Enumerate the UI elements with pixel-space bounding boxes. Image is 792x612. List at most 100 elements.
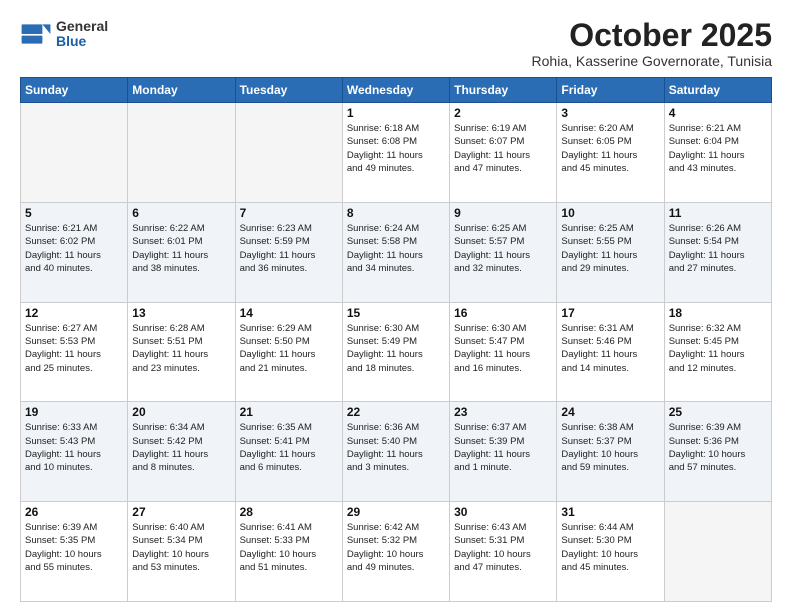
calendar-cell: 30Sunrise: 6:43 AM Sunset: 5:31 PM Dayli… (450, 502, 557, 602)
day-number: 6 (132, 206, 230, 220)
cell-text: Sunrise: 6:22 AM Sunset: 6:01 PM Dayligh… (132, 222, 230, 275)
day-number: 10 (561, 206, 659, 220)
calendar-cell: 13Sunrise: 6:28 AM Sunset: 5:51 PM Dayli… (128, 302, 235, 402)
day-number: 14 (240, 306, 338, 320)
weekday-header-friday: Friday (557, 78, 664, 103)
cell-text: Sunrise: 6:29 AM Sunset: 5:50 PM Dayligh… (240, 322, 338, 375)
cell-text: Sunrise: 6:33 AM Sunset: 5:43 PM Dayligh… (25, 421, 123, 474)
cell-text: Sunrise: 6:35 AM Sunset: 5:41 PM Dayligh… (240, 421, 338, 474)
calendar-cell: 3Sunrise: 6:20 AM Sunset: 6:05 PM Daylig… (557, 103, 664, 203)
logo-general: General (56, 19, 108, 34)
cell-text: Sunrise: 6:25 AM Sunset: 5:55 PM Dayligh… (561, 222, 659, 275)
calendar-cell: 28 Sunrise: 6:41 AM Sunset: 5:33 PM Dayli… (235, 502, 342, 602)
cell-text: Sunrise: 6:34 AM Sunset: 5:42 PM Dayligh… (132, 421, 230, 474)
calendar-cell: 24 Sunrise: 6:38 AM Sunset: 5:37 PM Dayli… (557, 402, 664, 502)
calendar-row-1: 5Sunrise: 6:21 AM Sunset: 6:02 PM Daylig… (21, 202, 772, 302)
calendar-cell: 12 Sunrise: 6:27 AM Sunset: 5:53 PM Dayli… (21, 302, 128, 402)
cell-text: Sunrise: 6:36 AM Sunset: 5:40 PM Dayligh… (347, 421, 445, 474)
logo-icon (20, 18, 52, 50)
weekday-header-thursday: Thursday (450, 78, 557, 103)
cell-text: Sunrise: 6:41 AM Sunset: 5:33 PM Dayligh… (240, 521, 338, 574)
calendar-cell: 31Sunrise: 6:44 AM Sunset: 5:30 PM Dayli… (557, 502, 664, 602)
calendar-cell: 21 Sunrise: 6:35 AM Sunset: 5:41 PM Dayli… (235, 402, 342, 502)
month-title: October 2025 (532, 18, 772, 53)
calendar-cell: 8Sunrise: 6:24 AM Sunset: 5:58 PM Daylig… (342, 202, 449, 302)
calendar-page: General Blue October 2025 Rohia, Kasseri… (0, 0, 792, 612)
cell-text: Sunrise: 6:37 AM Sunset: 5:39 PM Dayligh… (454, 421, 552, 474)
cell-text: Sunrise: 6:40 AM Sunset: 5:34 PM Dayligh… (132, 521, 230, 574)
calendar-cell (235, 103, 342, 203)
location: Rohia, Kasserine Governorate, Tunisia (532, 53, 772, 69)
calendar-cell: 19 Sunrise: 6:33 AM Sunset: 5:43 PM Dayli… (21, 402, 128, 502)
weekday-header-saturday: Saturday (664, 78, 771, 103)
logo-text: General Blue (56, 19, 108, 50)
calendar-cell: 1 Sunrise: 6:18 AM Sunset: 6:08 PM Daylig… (342, 103, 449, 203)
header: General Blue October 2025 Rohia, Kasseri… (20, 18, 772, 69)
cell-text: Sunrise: 6:32 AM Sunset: 5:45 PM Dayligh… (669, 322, 767, 375)
calendar-cell: 15 Sunrise: 6:30 AM Sunset: 5:49 PM Dayli… (342, 302, 449, 402)
cell-text: Sunrise: 6:27 AM Sunset: 5:53 PM Dayligh… (25, 322, 123, 375)
calendar-cell: 2Sunrise: 6:19 AM Sunset: 6:07 PM Daylig… (450, 103, 557, 203)
calendar-row-2: 12 Sunrise: 6:27 AM Sunset: 5:53 PM Dayli… (21, 302, 772, 402)
calendar-cell (21, 103, 128, 203)
weekday-header-monday: Monday (128, 78, 235, 103)
calendar-cell: 26Sunrise: 6:39 AM Sunset: 5:35 PM Dayli… (21, 502, 128, 602)
day-number: 19 (25, 405, 123, 419)
day-number: 15 (347, 306, 445, 320)
cell-text: Sunrise: 6:28 AM Sunset: 5:51 PM Dayligh… (132, 322, 230, 375)
cell-text: Sunrise: 6:38 AM Sunset: 5:37 PM Dayligh… (561, 421, 659, 474)
title-block: October 2025 Rohia, Kasserine Governorat… (532, 18, 772, 69)
weekday-header-tuesday: Tuesday (235, 78, 342, 103)
day-number: 20 (132, 405, 230, 419)
cell-text: Sunrise: 6:26 AM Sunset: 5:54 PM Dayligh… (669, 222, 767, 275)
calendar-cell: 27 Sunrise: 6:40 AM Sunset: 5:34 PM Dayli… (128, 502, 235, 602)
weekday-header-sunday: Sunday (21, 78, 128, 103)
cell-text: Sunrise: 6:42 AM Sunset: 5:32 PM Dayligh… (347, 521, 445, 574)
day-number: 29 (347, 505, 445, 519)
day-number: 24 (561, 405, 659, 419)
calendar-cell: 11 Sunrise: 6:26 AM Sunset: 5:54 PM Dayli… (664, 202, 771, 302)
day-number: 1 (347, 106, 445, 120)
calendar-cell: 17Sunrise: 6:31 AM Sunset: 5:46 PM Dayli… (557, 302, 664, 402)
calendar-row-4: 26Sunrise: 6:39 AM Sunset: 5:35 PM Dayli… (21, 502, 772, 602)
day-number: 12 (25, 306, 123, 320)
day-number: 16 (454, 306, 552, 320)
calendar-cell: 18 Sunrise: 6:32 AM Sunset: 5:45 PM Dayli… (664, 302, 771, 402)
calendar-cell: 4Sunrise: 6:21 AM Sunset: 6:04 PM Daylig… (664, 103, 771, 203)
cell-text: Sunrise: 6:23 AM Sunset: 5:59 PM Dayligh… (240, 222, 338, 275)
day-number: 22 (347, 405, 445, 419)
calendar-cell: 10 Sunrise: 6:25 AM Sunset: 5:55 PM Dayli… (557, 202, 664, 302)
weekday-header-row: SundayMondayTuesdayWednesdayThursdayFrid… (21, 78, 772, 103)
cell-text: Sunrise: 6:18 AM Sunset: 6:08 PM Dayligh… (347, 122, 445, 175)
day-number: 9 (454, 206, 552, 220)
calendar-cell: 9 Sunrise: 6:25 AM Sunset: 5:57 PM Daylig… (450, 202, 557, 302)
cell-text: Sunrise: 6:30 AM Sunset: 5:49 PM Dayligh… (347, 322, 445, 375)
calendar-cell: 7Sunrise: 6:23 AM Sunset: 5:59 PM Daylig… (235, 202, 342, 302)
cell-text: Sunrise: 6:21 AM Sunset: 6:04 PM Dayligh… (669, 122, 767, 175)
calendar-cell (128, 103, 235, 203)
cell-text: Sunrise: 6:43 AM Sunset: 5:31 PM Dayligh… (454, 521, 552, 574)
logo-blue: Blue (56, 34, 108, 49)
day-number: 27 (132, 505, 230, 519)
weekday-header-wednesday: Wednesday (342, 78, 449, 103)
calendar-cell (664, 502, 771, 602)
cell-text: Sunrise: 6:25 AM Sunset: 5:57 PM Dayligh… (454, 222, 552, 275)
day-number: 17 (561, 306, 659, 320)
day-number: 3 (561, 106, 659, 120)
calendar-cell: 14 Sunrise: 6:29 AM Sunset: 5:50 PM Dayli… (235, 302, 342, 402)
cell-text: Sunrise: 6:21 AM Sunset: 6:02 PM Dayligh… (25, 222, 123, 275)
cell-text: Sunrise: 6:24 AM Sunset: 5:58 PM Dayligh… (347, 222, 445, 275)
day-number: 11 (669, 206, 767, 220)
calendar-cell: 22 Sunrise: 6:36 AM Sunset: 5:40 PM Dayli… (342, 402, 449, 502)
day-number: 18 (669, 306, 767, 320)
day-number: 25 (669, 405, 767, 419)
calendar-row-3: 19 Sunrise: 6:33 AM Sunset: 5:43 PM Dayli… (21, 402, 772, 502)
day-number: 28 (240, 505, 338, 519)
calendar-cell: 25Sunrise: 6:39 AM Sunset: 5:36 PM Dayli… (664, 402, 771, 502)
calendar-cell: 20 Sunrise: 6:34 AM Sunset: 5:42 PM Dayli… (128, 402, 235, 502)
calendar-table: SundayMondayTuesdayWednesdayThursdayFrid… (20, 77, 772, 602)
day-number: 21 (240, 405, 338, 419)
day-number: 26 (25, 505, 123, 519)
day-number: 23 (454, 405, 552, 419)
day-number: 2 (454, 106, 552, 120)
